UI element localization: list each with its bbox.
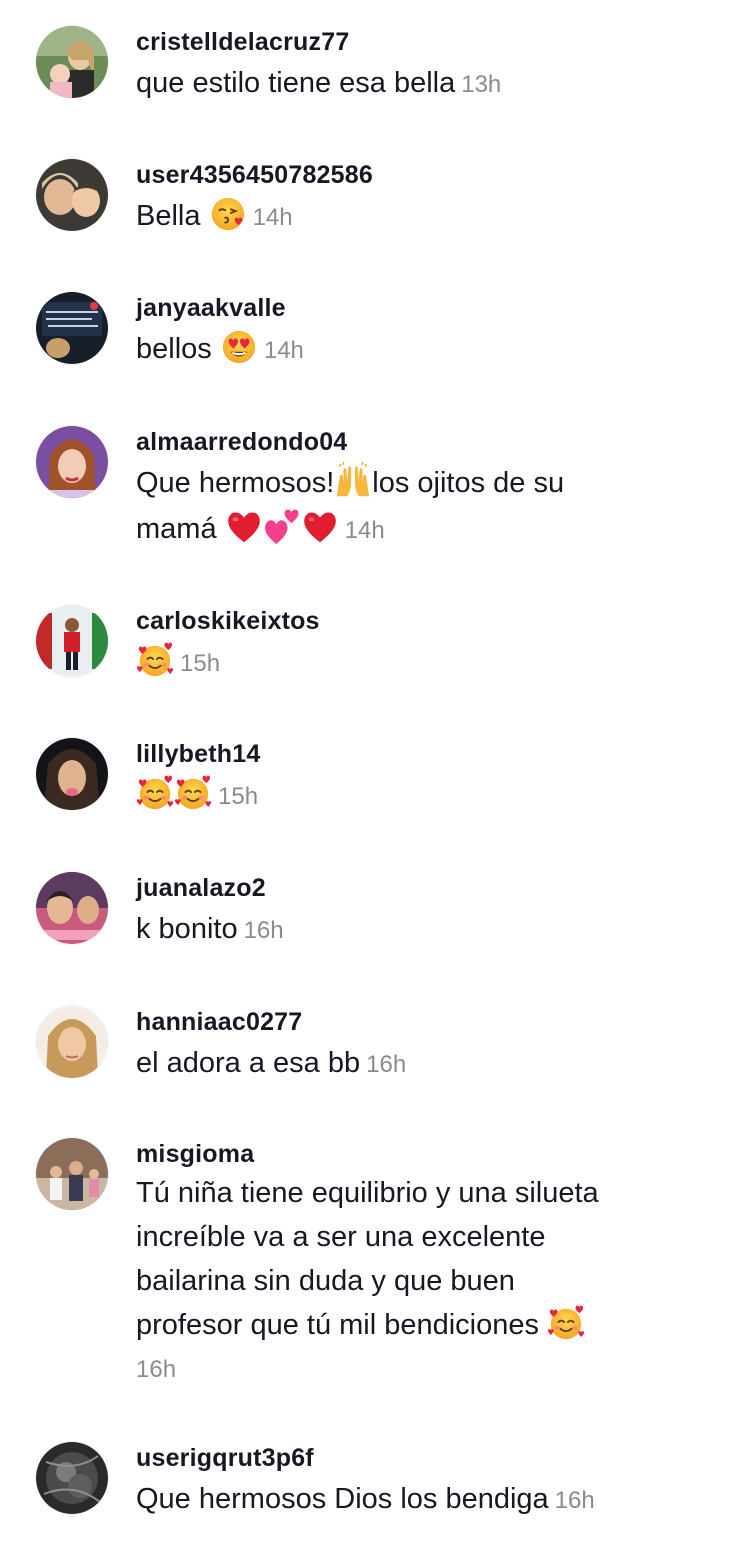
comment-text-line: 15h — [136, 639, 696, 687]
comment-text: bailarina sin duda y que buen — [136, 1265, 515, 1297]
two-hearts-icon — [263, 508, 301, 546]
comment-timestamp: 14h — [263, 337, 304, 364]
comment-timestamp: 13h — [461, 71, 502, 98]
comment-text: los ojitos de su — [372, 467, 565, 499]
raising-hands-icon — [334, 462, 372, 500]
comment-text-line: el adora a esa bb 16h — [136, 1040, 696, 1088]
comment-username[interactable]: almaarredondo04 — [136, 426, 696, 458]
comment-text-line: bailarina sin duda y que buen — [136, 1258, 696, 1304]
comment-text-line: que estilo tiene esa bella 13h — [136, 60, 696, 108]
comment-username[interactable]: cristelldelacruz77 — [136, 26, 696, 58]
comment-text-line: Bella 14h — [136, 193, 696, 241]
comment-username[interactable]: lillybeth14 — [136, 738, 696, 770]
comment-text: Tú niña tiene equilibrio y una silueta — [136, 1177, 599, 1209]
comment-timestamp: 16h — [366, 1051, 407, 1078]
avatar[interactable] — [36, 872, 108, 944]
comment-text: Que hermosos Dios los bendiga — [136, 1483, 549, 1515]
comment-text: k bonito — [136, 913, 238, 945]
comment-timestamp: 16h — [136, 1356, 177, 1383]
comment-text: mamá — [136, 513, 217, 545]
comment-timestamp: 14h — [252, 204, 293, 231]
avatar[interactable] — [36, 426, 108, 498]
avatar[interactable] — [36, 159, 108, 231]
comment-timestamp: 16h — [554, 1487, 595, 1514]
avatar[interactable] — [36, 605, 108, 677]
comment-text-line: profesor que tú mil bendiciones — [136, 1302, 696, 1348]
comment-timestamp: 15h — [180, 650, 221, 677]
avatar[interactable] — [36, 26, 108, 98]
comment-text-line: Que hermosos! los ojitos de su — [136, 460, 696, 506]
comment-username[interactable]: janyaakvalle — [136, 292, 696, 324]
comment-text-line: Tú niña tiene equilibrio y una silueta — [136, 1170, 696, 1216]
avatar[interactable] — [36, 738, 108, 810]
red-heart-icon — [301, 508, 339, 546]
comment-username[interactable]: hanniaac0277 — [136, 1006, 696, 1038]
comment-timestamp: 14h — [344, 517, 385, 544]
avatar[interactable] — [36, 292, 108, 364]
comment-username[interactable]: carloskikeixtos — [136, 605, 696, 637]
comment-text-line: Que hermosos Dios los bendiga 16h — [136, 1476, 696, 1524]
red-heart-icon — [225, 508, 263, 546]
comment-text-line: k bonito 16h — [136, 906, 696, 954]
comment-text: Que hermosos! — [136, 467, 335, 499]
comment-text: increíble va a ser una excelente — [136, 1221, 546, 1253]
comment-text: bellos — [136, 333, 212, 365]
avatar[interactable] — [36, 1442, 108, 1514]
smiling-face-hearts-icon — [547, 1304, 585, 1342]
heart-eyes-icon — [220, 328, 258, 366]
comment-username[interactable]: user4356450782586 — [136, 159, 696, 191]
comment-text-line: 15h — [136, 772, 696, 820]
comment-username[interactable]: misgioma — [136, 1138, 696, 1170]
kissing-face-heart-icon — [209, 195, 247, 233]
comment-timestamp: 15h — [218, 783, 259, 810]
comment-text: Bella — [136, 200, 201, 232]
smiling-face-hearts-icon — [136, 774, 174, 812]
comment-text: el adora a esa bb — [136, 1047, 361, 1079]
comment-text: que estilo tiene esa bella — [136, 67, 456, 99]
comment-text-line: bellos 14h — [136, 326, 696, 374]
comment-text: profesor que tú mil bendiciones — [136, 1309, 540, 1341]
comment-text-line: mamá 14h — [136, 506, 696, 554]
smiling-face-hearts-icon — [136, 641, 174, 679]
comment-username[interactable]: userigqrut3p6f — [136, 1442, 696, 1474]
comment-username[interactable]: juanalazo2 — [136, 872, 696, 904]
avatar[interactable] — [36, 1138, 108, 1210]
avatar[interactable] — [36, 1006, 108, 1078]
smiling-face-hearts-icon — [174, 774, 212, 812]
comment-text-line: increíble va a ser una excelente — [136, 1214, 696, 1260]
comment-timestamp: 16h — [243, 917, 284, 944]
